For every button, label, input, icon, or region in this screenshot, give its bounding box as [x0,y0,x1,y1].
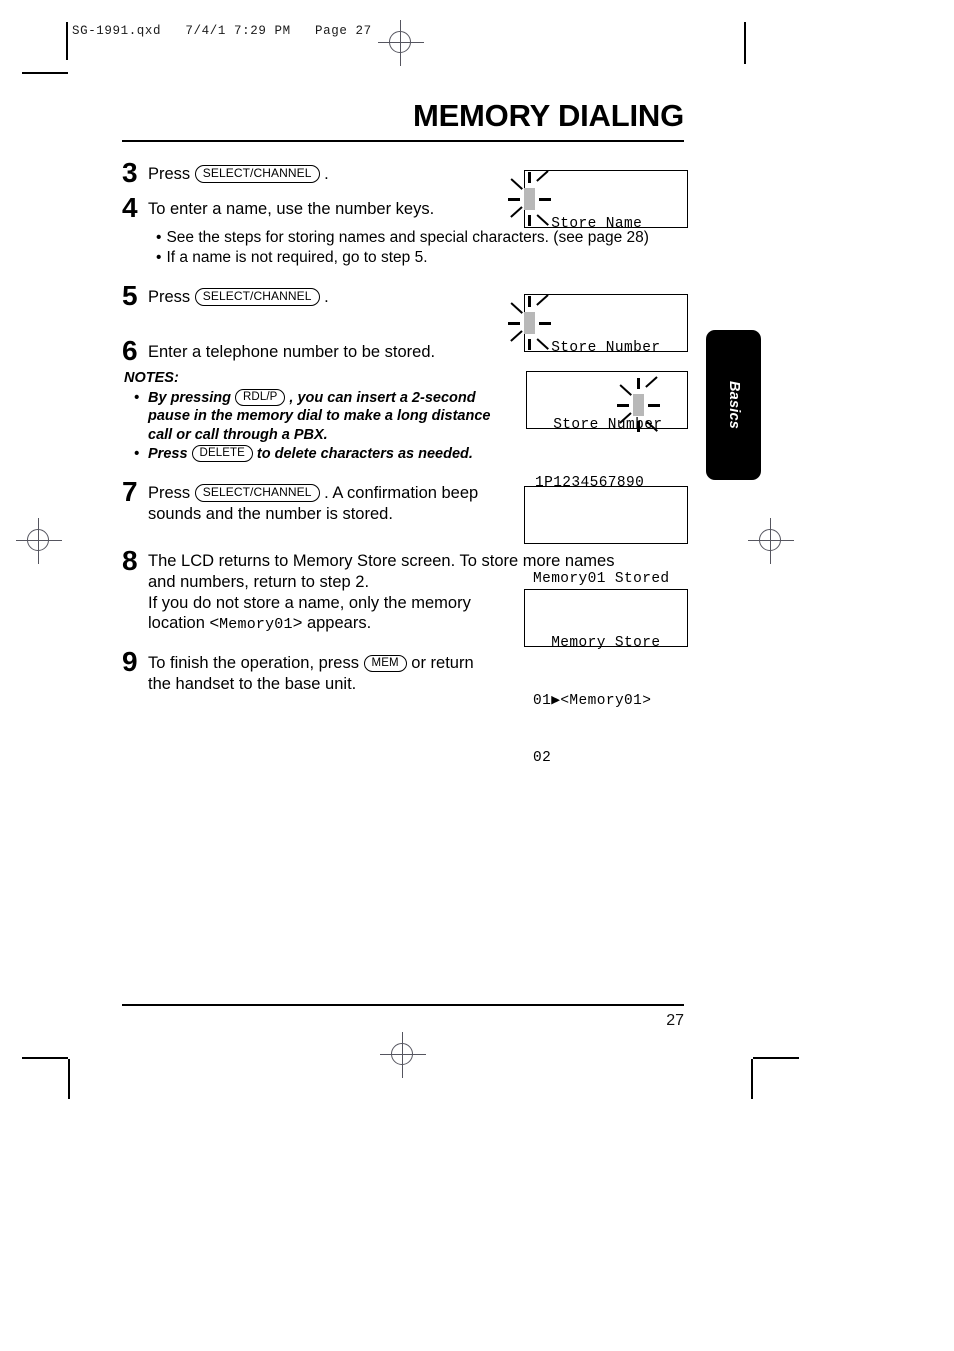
step-7-text-line2: sounds and the number is stored. [148,504,393,523]
step-8-text-line3: If you do not store a name, only the mem… [148,593,471,612]
step-5-text: Press SELECT/CHANNEL . [148,281,329,308]
step-9-text: To finish the operation, press MEM or re… [148,647,474,694]
registration-mark-top [378,20,424,66]
note-text-pre: Press [148,445,192,462]
note-text-post: , you can insert a 2-second [285,389,476,406]
page-title: MEMORY DIALING [412,98,684,133]
note-text-pre: By pressing [148,389,236,406]
note-bullet-dot: • [134,389,140,406]
note-text-line3: call or call through a PBX. [148,427,328,444]
step-3-text-post: . [319,164,329,183]
footer-divider [122,1004,684,1007]
note-bullet-dot: • [134,445,140,462]
title-divider [122,139,684,142]
section-tab-basics: Basics [706,330,761,480]
crop-mark-top-right-vertical [744,22,746,64]
lcd-screen-store-number-entry: Store Number 1P1234567890 [526,371,688,491]
crop-mark-bottom-left-vertical [68,1059,70,1099]
note-text-line2: pause in the memory dial to make a long … [148,408,491,425]
lcd-line: 01▶<Memory01> [533,692,652,709]
step-9-text-line2: the handset to the base unit. [148,674,357,693]
key-rdl-p[interactable]: RDL/P [235,388,286,407]
section-tab-label: Basics [725,381,742,429]
step-7-number: 7 [122,476,138,508]
page-number: 27 [666,1012,684,1029]
step-5-number: 5 [122,280,138,312]
key-select-channel[interactable]: SELECT/CHANNEL [194,288,320,307]
registration-mark-bottom [380,1032,426,1078]
registration-mark-left [16,518,62,564]
step-8-text-line4-post: > appears. [292,614,372,633]
key-select-channel[interactable]: SELECT/CHANNEL [194,164,320,183]
crop-mark-bottom-right-horizontal [753,1057,799,1059]
lcd-line: 02 [533,750,552,766]
step-6-number: 6 [122,335,138,367]
crop-mark-top-left-horizontal [22,72,68,74]
note-text: By pressing RDL/P , you can insert a 2-s… [148,388,491,445]
step-8-text-line4-pre: location < [148,614,220,633]
prepress-file-banner: SG-1991.qxd 7/4/1 7:29 PM Page 27 [72,24,372,38]
lcd-screen-memory-store-list: Memory Store 01▶<Memory01> 02 [524,589,688,766]
step-9-number: 9 [122,646,138,677]
key-mem[interactable]: MEM [363,655,407,673]
lcd-screen-memory-stored: Memory01 Stored [524,486,688,587]
step-7-text-post: . A confirmation beep [319,484,479,503]
step-4-text: To enter a name, use the number keys. [148,199,435,218]
key-select-channel[interactable]: SELECT/CHANNEL [194,484,320,503]
step-8-number: 8 [122,545,138,577]
crop-mark-bottom-left-horizontal [22,1057,68,1059]
bullet-dot: • [156,228,162,246]
step-6-text: Enter a telephone number to be stored. [148,343,436,362]
step-3-text: Press SELECT/CHANNEL . [148,158,329,185]
step-8-text-line2: and numbers, return to step 2. [148,573,370,591]
step-3-text-pre: Press [148,164,195,183]
step-9-text-post: or return [406,654,474,672]
crop-mark-bottom-right-vertical [751,1059,753,1099]
bullet-dot: • [156,249,162,267]
step-5-text-post: . [319,288,329,307]
blinking-cursor-icon [617,376,661,433]
lcd-line: Store Number [533,340,661,357]
step-9-text-pre: To finish the operation, press [148,654,364,672]
step-5-text-pre: Press [148,288,195,307]
key-delete[interactable]: DELETE [191,444,253,462]
blinking-cursor-icon [508,170,552,227]
note-text: Press DELETE to delete characters as nee… [148,444,473,464]
note-text-post: to delete characters as needed. [252,445,473,462]
step-8-memory-location: Memory01 [219,616,293,634]
lcd-line: Memory01 Stored [533,570,670,587]
blinking-cursor-icon [508,294,552,351]
step-3-number: 3 [122,156,138,188]
registration-mark-right [748,518,794,564]
crop-mark-top-left-vertical [66,22,68,60]
step-7-text: Press SELECT/CHANNEL . A confirmation be… [148,477,478,524]
step-7-text-pre: Press [148,484,195,503]
lcd-line: Store Name [533,216,643,233]
lcd-line: Memory Store [533,635,661,652]
step-4-number: 4 [122,191,138,223]
bullet-text: If a name is not required, go to step 5. [166,249,428,267]
